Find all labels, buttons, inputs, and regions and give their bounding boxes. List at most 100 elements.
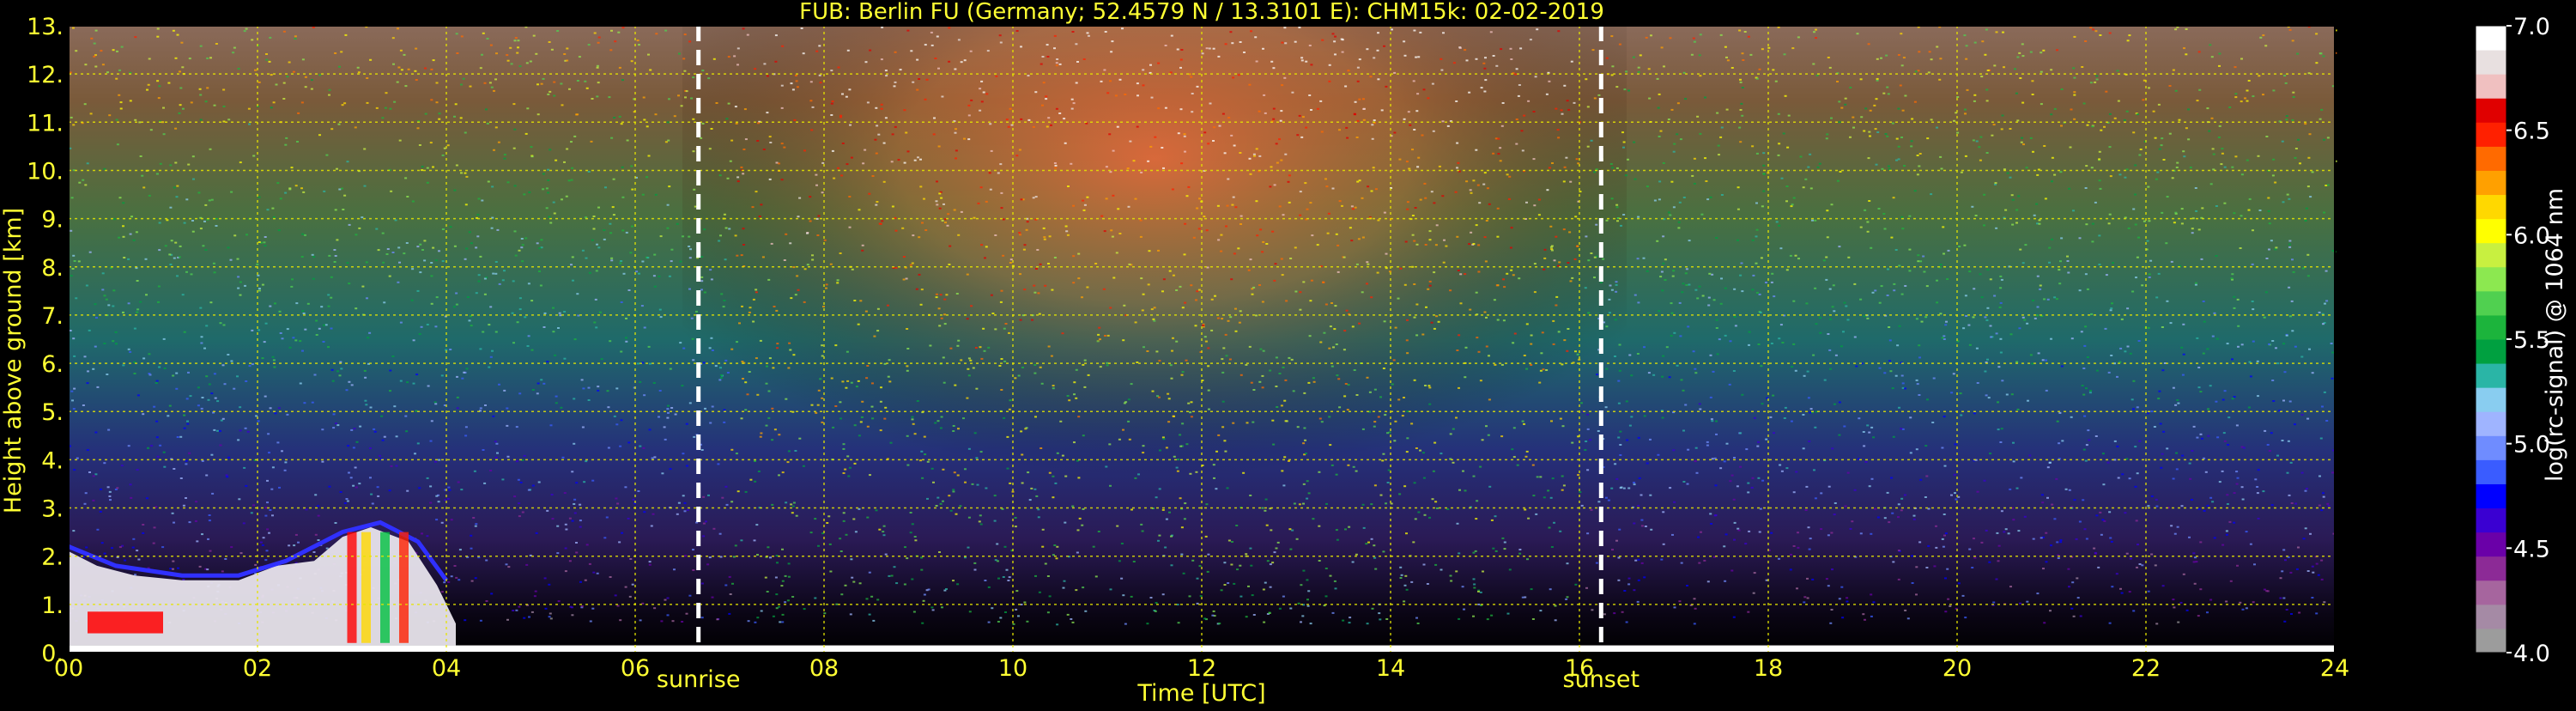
speckle-dot [1248, 157, 1252, 160]
speckle-dot [1282, 484, 1286, 487]
speckle-dot [999, 163, 1003, 166]
speckle-dot [1475, 149, 1478, 151]
speckle-dot [506, 59, 510, 62]
speckle-dot [766, 75, 769, 77]
speckle-dot [1593, 97, 1597, 100]
speckle-dot [1477, 350, 1481, 353]
speckle-dot [2131, 398, 2134, 401]
speckle-dot [785, 501, 788, 504]
speckle-dot [1687, 325, 1690, 328]
speckle-dot [1866, 221, 1870, 223]
speckle-dot [609, 232, 613, 234]
speckle-dot [1568, 231, 1572, 234]
speckle-dot [1343, 349, 1346, 351]
speckle-dot [2082, 393, 2086, 396]
speckle-dot [618, 115, 621, 118]
speckle-dot [1405, 339, 1409, 342]
speckle-dot [426, 535, 429, 538]
speckle-dot [1417, 511, 1421, 514]
speckle-dot [2025, 167, 2028, 169]
speckle-dot [920, 450, 924, 453]
speckle-dot [1155, 602, 1158, 605]
speckle-dot [274, 412, 277, 415]
speckle-dot [310, 88, 313, 90]
speckle-dot [1370, 190, 1373, 192]
speckle-dot [2084, 187, 2088, 189]
speckle-dot [803, 608, 806, 611]
speckle-dot [506, 181, 510, 184]
speckle-dot [1475, 518, 1478, 520]
speckle-dot [1273, 551, 1276, 554]
speckle-dot [940, 197, 943, 199]
speckle-dot [1534, 76, 1537, 78]
speckle-dot [1205, 47, 1209, 50]
speckle-dot [238, 498, 241, 501]
speckle-dot [2274, 181, 2277, 184]
speckle-dot [2085, 165, 2088, 167]
speckle-dot [564, 523, 567, 526]
speckle-dot [723, 213, 726, 216]
speckle-dot [318, 134, 321, 137]
speckle-dot [2038, 219, 2041, 222]
speckle-dot [1669, 487, 1672, 489]
speckle-dot [566, 59, 569, 62]
speckle-dot [1830, 117, 1833, 119]
speckle-dot [742, 378, 744, 380]
speckle-dot [2272, 89, 2276, 92]
speckle-dot [943, 313, 946, 316]
speckle-dot [1836, 81, 1839, 82]
speckle-dot [1527, 100, 1530, 102]
speckle-dot [429, 485, 433, 488]
speckle-dot [2084, 325, 2088, 328]
speckle-dot [1071, 505, 1075, 507]
speckle-dot [1482, 570, 1484, 573]
speckle-dot [1224, 450, 1227, 453]
speckle-dot [369, 58, 373, 61]
speckle-dot [1662, 235, 1665, 238]
speckle-dot [780, 585, 784, 587]
speckle-dot [1732, 370, 1736, 372]
speckle-dot [853, 424, 857, 427]
speckle-dot [176, 436, 179, 438]
speckle-dot [941, 95, 944, 98]
speckle-dot [926, 460, 930, 463]
speckle-dot [846, 350, 849, 353]
speckle-dot [1150, 308, 1154, 311]
speckle-dot [791, 512, 794, 514]
speckle-dot [2172, 599, 2175, 601]
speckle-dot [803, 149, 806, 152]
speckle-dot [1938, 78, 1942, 81]
speckle-dot [1356, 180, 1360, 183]
speckle-dot [2193, 582, 2197, 585]
speckle-dot [2286, 193, 2289, 196]
speckle-dot [1412, 80, 1415, 82]
speckle-dot [845, 386, 848, 389]
speckle-dot [1422, 563, 1426, 566]
speckle-dot [205, 474, 209, 477]
speckle-dot [1633, 483, 1636, 486]
speckle-dot [887, 375, 890, 378]
speckle-dot [1385, 85, 1388, 88]
speckle-dot [1774, 80, 1778, 82]
speckle-dot [1301, 615, 1305, 617]
speckle-dot [482, 331, 485, 333]
speckle-dot [1226, 487, 1229, 489]
speckle-dot [846, 163, 849, 166]
speckle-dot [563, 311, 567, 313]
speckle-dot [685, 422, 688, 425]
speckle-dot [1413, 129, 1416, 131]
speckle-dot [1607, 499, 1610, 501]
speckle-dot [1673, 501, 1676, 503]
speckle-dot [1162, 438, 1166, 441]
speckle-dot [2118, 173, 2122, 176]
speckle-dot [790, 82, 793, 85]
speckle-dot [1472, 179, 1476, 182]
speckle-dot [2090, 313, 2094, 315]
speckle-dot [1027, 118, 1031, 121]
speckle-dot [1535, 513, 1538, 515]
speckle-dot [1179, 66, 1182, 69]
speckle-dot [367, 337, 370, 339]
speckle-dot [979, 186, 983, 189]
speckle-dot [2240, 173, 2244, 176]
speckle-dot [1259, 228, 1263, 231]
